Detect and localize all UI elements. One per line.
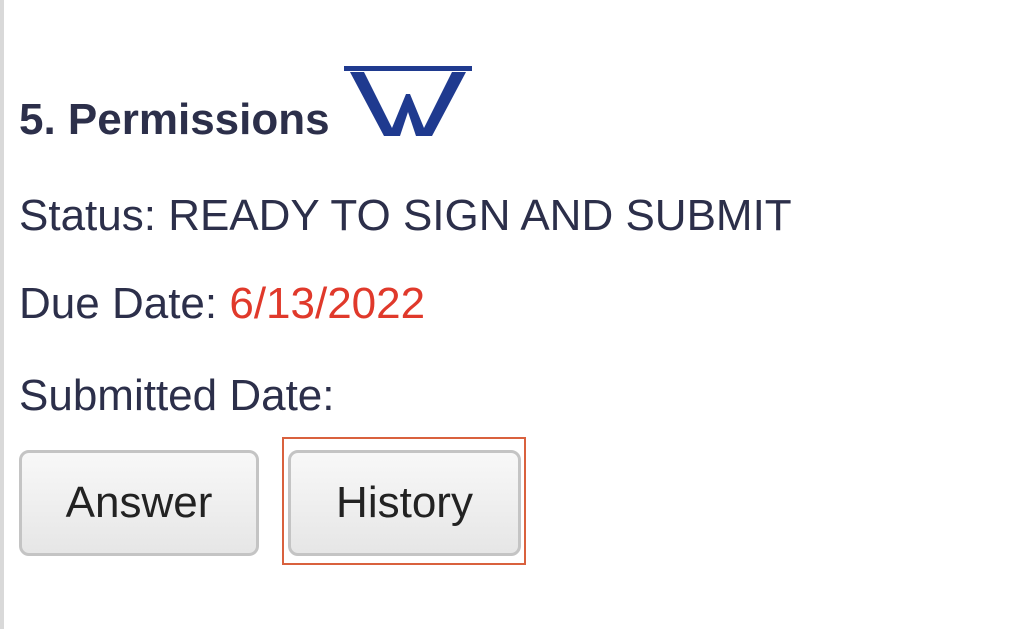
due-date-label: Due Date:	[19, 279, 230, 328]
submitted-date-label: Submitted Date:	[19, 371, 335, 420]
history-button[interactable]: History	[288, 450, 521, 556]
section-header: 5. Permissions	[19, 66, 472, 156]
section-title: 5. Permissions	[19, 95, 330, 144]
permissions-card: 5. Permissions Status: READY TO SIGN AND…	[19, 0, 1019, 629]
status-label: Status:	[19, 191, 169, 240]
submitted-date-row: Submitted Date:	[19, 374, 335, 418]
left-border	[0, 0, 4, 629]
answer-button[interactable]: Answer	[19, 450, 259, 556]
status-row: Status: READY TO SIGN AND SUBMIT	[19, 194, 792, 238]
w-logo-icon	[343, 66, 472, 136]
due-date-row: Due Date: 6/13/2022	[19, 282, 425, 326]
due-date-value: 6/13/2022	[229, 279, 426, 328]
status-value: READY TO SIGN AND SUBMIT	[168, 191, 792, 240]
